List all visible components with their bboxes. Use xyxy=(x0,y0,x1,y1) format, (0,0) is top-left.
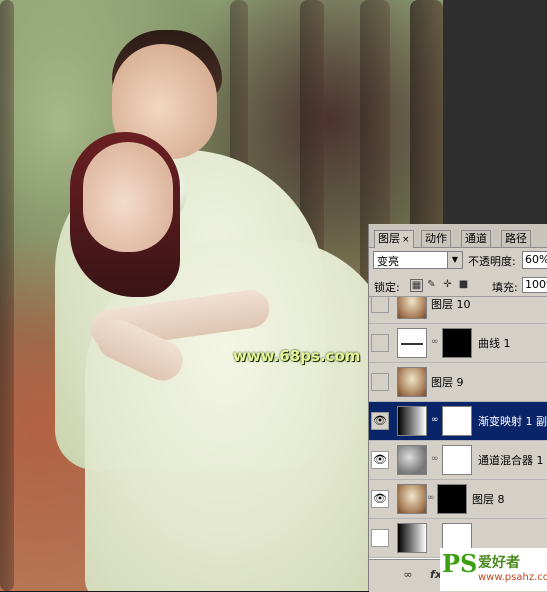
tab-channels[interactable]: 通道 xyxy=(461,230,491,247)
link-icon: ∞ xyxy=(427,493,435,503)
layer-row-selected[interactable]: 👁 ∞ 渐变映射 1 副本 xyxy=(369,402,547,441)
layer-mask-thumbnail[interactable] xyxy=(442,445,472,475)
tab-label: 通道 xyxy=(465,232,487,245)
layer-mask-thumbnail[interactable] xyxy=(437,484,467,514)
blend-mode-value: 变亮 xyxy=(377,255,399,268)
tab-label: 路径 xyxy=(505,232,527,245)
layer-name: 图层 9 xyxy=(431,376,464,389)
layer-name: 曲线 1 xyxy=(478,337,511,350)
watermark-text: www.68ps.com xyxy=(233,347,361,365)
panel-tabs: 图层 × 动作 通道 路径 xyxy=(369,224,547,248)
workspace-gutter xyxy=(443,0,547,224)
visibility-toggle-icon[interactable] xyxy=(371,373,389,391)
layers-panel: 图层× 动作 通道 路径 变亮 ▼ 不透明度: 60% 锁定: ▦ ✎ ✛ ■ … xyxy=(368,224,547,592)
tab-label: 图层 xyxy=(378,232,400,245)
lock-paint-icon[interactable]: ✎ xyxy=(426,279,437,290)
close-icon[interactable]: × xyxy=(402,235,410,245)
blend-mode-select[interactable]: 变亮 ▼ xyxy=(373,251,463,269)
bride-face xyxy=(83,142,173,252)
link-icon: ∞ xyxy=(431,337,439,347)
layer-row[interactable]: 👁 ∞ 通道混合器 1 xyxy=(369,441,547,480)
opacity-input[interactable]: 60% xyxy=(522,251,547,269)
layer-row[interactable]: 👁 ∞ 图层 8 xyxy=(369,480,547,519)
fill-input[interactable]: 100% xyxy=(522,277,547,293)
eye-icon[interactable]: 👁 xyxy=(371,490,389,508)
lock-all-icon[interactable]: ■ xyxy=(458,279,469,290)
layer-thumbnail xyxy=(397,523,427,553)
opacity-label: 不透明度: xyxy=(468,255,516,268)
visibility-toggle-icon[interactable] xyxy=(371,529,389,547)
layer-name: 渐变映射 1 副本 xyxy=(478,415,547,428)
layer-row[interactable]: 图层 9 xyxy=(369,363,547,402)
layer-mask-thumbnail[interactable] xyxy=(442,328,472,358)
visibility-toggle-icon[interactable] xyxy=(371,334,389,352)
layer-row[interactable]: ∞ 曲线 1 xyxy=(369,324,547,363)
layer-mask-thumbnail[interactable] xyxy=(442,406,472,436)
layer-name: 通道混合器 1 xyxy=(478,454,544,467)
layer-name: 图层 10 xyxy=(431,298,471,311)
eye-icon[interactable]: 👁 xyxy=(371,412,389,430)
layer-thumbnail xyxy=(397,484,427,514)
lock-transparency-icon[interactable]: ▦ xyxy=(410,279,423,292)
logo-url: www.psahz.com xyxy=(478,572,547,583)
eye-icon[interactable]: 👁 xyxy=(371,451,389,469)
link-layers-icon[interactable]: ∞ xyxy=(401,568,415,582)
link-icon: ∞ xyxy=(431,415,439,425)
gradient-map-thumbnail-icon xyxy=(397,406,427,436)
tab-paths[interactable]: 路径 xyxy=(501,230,531,247)
link-icon: ∞ xyxy=(431,454,439,464)
logo-ps: PS xyxy=(442,549,478,578)
curves-thumbnail-icon xyxy=(397,328,427,358)
layer-list: 图层 10 ∞ 曲线 1 图层 9 👁 ∞ 渐变映射 1 副本 👁 xyxy=(369,297,547,559)
tab-label: 动作 xyxy=(425,232,447,245)
tree-trunk xyxy=(0,0,14,591)
layer-row[interactable]: 图层 10 xyxy=(369,297,547,324)
layer-thumbnail xyxy=(397,297,427,319)
layer-name: 图层 8 xyxy=(472,493,505,506)
lock-move-icon[interactable]: ✛ xyxy=(442,279,453,290)
lock-row: 锁定: ▦ ✎ ✛ ■ 填充: 100% xyxy=(369,274,547,297)
visibility-toggle-icon[interactable] xyxy=(371,297,389,313)
tab-layers[interactable]: 图层 × xyxy=(374,230,414,248)
site-logo: PS 爱好者 www.psahz.com xyxy=(440,548,547,591)
chevron-down-icon[interactable]: ▼ xyxy=(447,252,462,268)
lock-label: 锁定: xyxy=(374,281,400,294)
layer-thumbnail xyxy=(397,367,427,397)
tab-actions[interactable]: 动作 xyxy=(421,230,451,247)
channel-mixer-thumbnail-icon xyxy=(397,445,427,475)
fill-label: 填充: xyxy=(492,281,518,294)
logo-name: 爱好者 xyxy=(478,555,520,571)
